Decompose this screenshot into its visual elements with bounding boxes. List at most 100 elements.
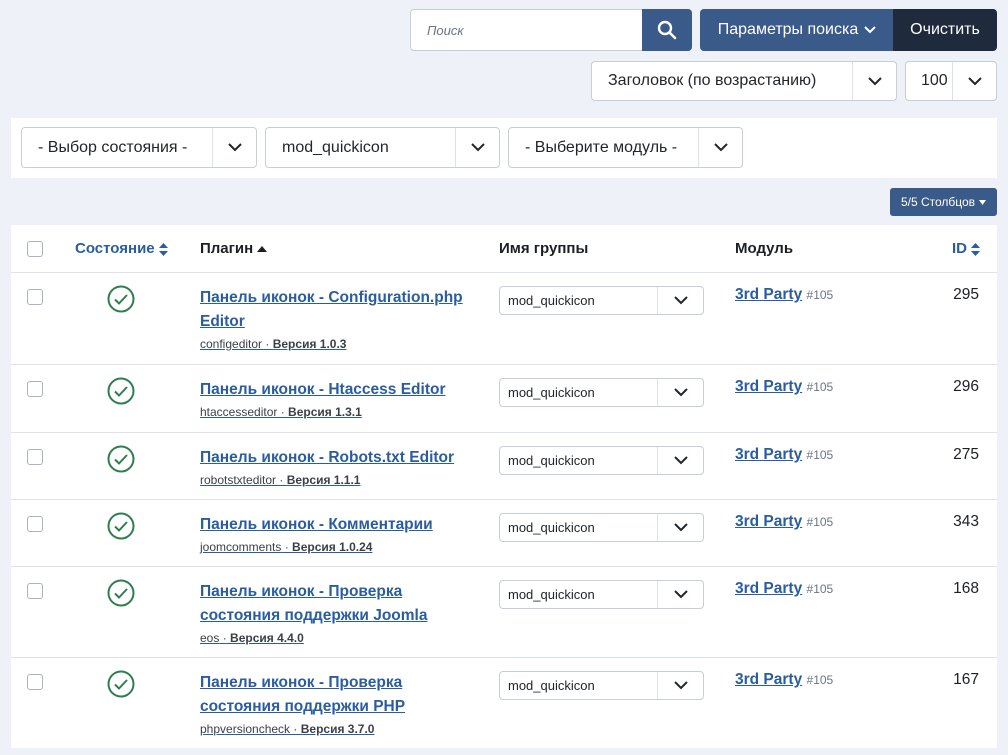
chevron-down-icon [673, 590, 688, 599]
enabled-check-icon[interactable] [107, 445, 135, 473]
module-link[interactable]: 3rd Party [735, 378, 802, 395]
chevron-down-icon [673, 523, 688, 532]
plugin-meta: htaccesseditor · Версия 1.3.1 [200, 405, 362, 419]
plugin-version: Версия 1.3.1 [288, 405, 362, 419]
plugin-meta: eos · Версия 4.4.0 [200, 631, 304, 645]
plugin-title-link[interactable]: Панель иконок - Проверка состояния подде… [200, 580, 475, 648]
group-filter-select[interactable]: mod_quickicon [265, 127, 500, 168]
plugin-element: eos [200, 631, 220, 645]
sort-id-header[interactable]: ID [952, 240, 980, 257]
caret-down-icon [979, 199, 987, 205]
plugin-meta: configeditor · Версия 1.0.3 [200, 337, 347, 351]
columns-button[interactable]: 5/5 Столбцов [890, 188, 997, 216]
module-cell: 3rd Party #105 [735, 671, 833, 689]
enabled-check-icon[interactable] [107, 512, 135, 540]
group-value: mod_quickicon [508, 293, 595, 308]
group-select[interactable]: mod_quickicon [499, 671, 704, 700]
search-button[interactable] [642, 9, 692, 51]
sort-plugin-header[interactable]: Плагин [200, 240, 268, 257]
module-link[interactable]: 3rd Party [735, 671, 802, 688]
plugins-table: Состояние Плагин Имя группы Модуль ID Па… [11, 225, 997, 748]
plugin-meta: joomcomments · Версия 1.0.24 [200, 540, 373, 554]
plugin-header-label: Плагин [200, 240, 254, 257]
row-checkbox[interactable] [27, 381, 43, 397]
plugin-id: 295 [953, 286, 979, 303]
plugin-element: configeditor [200, 337, 263, 351]
group-select[interactable]: mod_quickicon [499, 446, 704, 475]
module-cell: 3rd Party #105 [735, 378, 833, 396]
module-filter-select[interactable]: - Выберите модуль - [508, 127, 743, 168]
plugin-id: 167 [953, 671, 979, 688]
chevron-down-icon [864, 26, 876, 34]
group-select[interactable]: mod_quickicon [499, 513, 704, 542]
search-icon [657, 20, 677, 40]
sort-state-header[interactable]: Состояние [75, 240, 168, 257]
module-cell: 3rd Party #105 [735, 286, 833, 304]
search-options-label: Параметры поиска [717, 21, 859, 38]
chevron-down-icon [967, 76, 982, 85]
plugin-title-link[interactable]: Панель иконок - Htaccess Editor htaccesse… [200, 378, 475, 422]
plugin-version: Версия 4.4.0 [230, 631, 304, 645]
clear-button[interactable]: Очистить [893, 9, 997, 51]
group-select[interactable]: mod_quickicon [499, 286, 704, 315]
plugin-title-link[interactable]: Панель иконок - Configuration.php Editor… [200, 286, 475, 354]
list-limit-select[interactable]: 100 [905, 61, 997, 101]
table-row: Панель иконок - Проверка состояния подде… [11, 567, 997, 658]
plugin-title-link[interactable]: Панель иконок - Комментарии joomcomments … [200, 513, 475, 557]
plugin-element: joomcomments [200, 540, 282, 554]
plugin-id: 296 [953, 378, 979, 395]
group-select[interactable]: mod_quickicon [499, 580, 704, 609]
plugin-title: Панель иконок - Проверка состояния подде… [200, 674, 406, 715]
enabled-check-icon[interactable] [107, 579, 135, 607]
module-link[interactable]: 3rd Party [735, 513, 802, 530]
ordering-select[interactable]: Заголовок (по возрастанию) [591, 61, 897, 101]
chevron-down-icon [470, 143, 485, 152]
group-select[interactable]: mod_quickicon [499, 378, 704, 407]
group-value: mod_quickicon [508, 587, 595, 602]
select-all-checkbox[interactable] [27, 241, 43, 257]
plugin-title-link[interactable]: Панель иконок - Проверка состояния подде… [200, 671, 475, 739]
module-number: #105 [806, 448, 834, 462]
group-value: mod_quickicon [508, 678, 595, 693]
sort-asc-icon [257, 246, 268, 253]
state-header-label: Состояние [75, 240, 155, 257]
module-number: #105 [806, 288, 834, 302]
plugin-title: Панель иконок - Configuration.php Editor [200, 289, 463, 330]
search-options-button[interactable]: Параметры поиска [700, 9, 894, 51]
columns-label: 5/5 Столбцов [900, 195, 976, 209]
row-checkbox[interactable] [27, 289, 43, 305]
module-link[interactable]: 3rd Party [735, 446, 802, 463]
enabled-check-icon[interactable] [107, 670, 135, 698]
module-cell: 3rd Party #105 [735, 446, 833, 464]
plugin-title: Панель иконок - Проверка состояния подде… [200, 583, 428, 624]
plugin-id: 343 [953, 513, 979, 530]
plugin-title: Панель иконок - Htaccess Editor [200, 381, 446, 398]
chevron-down-icon [713, 143, 728, 152]
plugin-version: Версия 1.1.1 [286, 473, 361, 487]
module-number: #105 [806, 515, 834, 529]
enabled-check-icon[interactable] [107, 285, 135, 313]
plugin-id: 168 [953, 580, 979, 597]
state-filter-select[interactable]: - Выбор состояния - [21, 127, 257, 168]
plugin-meta: phpversioncheck · Версия 3.7.0 [200, 722, 375, 736]
module-link[interactable]: 3rd Party [735, 286, 802, 303]
module-number: #105 [806, 673, 834, 687]
enabled-check-icon[interactable] [107, 377, 135, 405]
row-checkbox[interactable] [27, 516, 43, 532]
table-header: Состояние Плагин Имя группы Модуль ID [11, 225, 997, 273]
module-cell: 3rd Party #105 [735, 513, 833, 531]
search-input[interactable]: Поиск [410, 9, 643, 51]
row-checkbox[interactable] [27, 583, 43, 599]
group-value: mod_quickicon [508, 520, 595, 535]
plugin-title: Панель иконок - Robots.txt Editor [200, 449, 455, 466]
id-header-label: ID [952, 240, 967, 257]
row-checkbox[interactable] [27, 674, 43, 690]
module-link[interactable]: 3rd Party [735, 580, 802, 597]
plugin-version: Версия 3.7.0 [300, 722, 375, 736]
plugin-title-link[interactable]: Панель иконок - Robots.txt Editor robotst… [200, 446, 475, 490]
table-row: Панель иконок - Htaccess Editor htaccesse… [11, 365, 997, 433]
plugin-id: 275 [953, 446, 979, 463]
chevron-down-icon [673, 456, 688, 465]
row-checkbox[interactable] [27, 449, 43, 465]
chevron-down-icon [227, 143, 242, 152]
